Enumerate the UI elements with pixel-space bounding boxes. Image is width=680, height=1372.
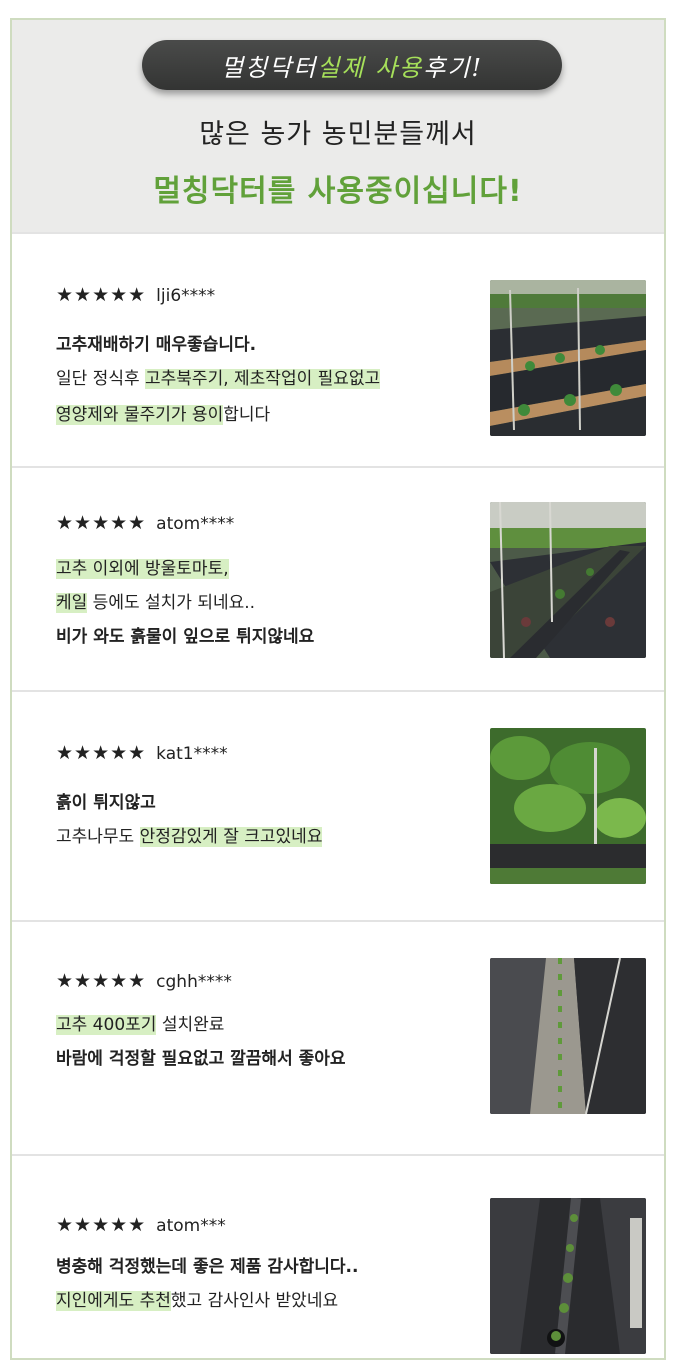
highlighted-text: 고추북주기, 제초작업이 필요없고: [145, 369, 381, 389]
review-line: 고추 이외에 방울토마토,: [56, 554, 229, 579]
review-text: 고추재배하기 매우좋습니다.: [56, 335, 257, 355]
review-line: 지인에게도 추천했고 감사인사 받았네요: [56, 1286, 338, 1311]
mulched-field-rows-photo: [490, 280, 646, 436]
highlighted-text: 안정감있게 잘 크고있네요: [139, 827, 323, 847]
review-header: ★★★★★ atom***: [56, 1214, 226, 1236]
review-text: 병충해 걱정했는데 좋은 제품 감사합니다..: [56, 1257, 359, 1277]
review-text: 고추나무도: [56, 827, 140, 847]
pill-text-highlight: 실제 사용: [317, 53, 424, 82]
reviewer-name: atom****: [156, 514, 235, 534]
review-text: 흙이 튀지않고: [56, 793, 156, 813]
highlighted-text: 영양제와 물주기가 용이: [56, 405, 224, 425]
reviewer-name: atom***: [156, 1216, 226, 1236]
review-line: 고추재배하기 매우좋습니다.: [56, 330, 256, 355]
pepper-plants-photo: [490, 728, 646, 884]
review-line: 케일 등에도 설치가 되네요..: [56, 588, 255, 613]
review-header: ★★★★★ lji6****: [56, 284, 215, 306]
review-card: ★★★★★ lji6**** 고추재배하기 매우좋습니다. 일단 정식후 고추북주…: [12, 232, 664, 468]
pill-text-1: 멀칭닥터: [220, 53, 318, 82]
greenhouse-mulch-photo: [490, 502, 646, 658]
mulch-row-seedlings-photo: [490, 958, 646, 1114]
review-text: 바람에 걱정할 필요없고 깔끔해서 좋아요: [56, 1049, 346, 1069]
rating-stars: ★★★★★: [56, 970, 147, 992]
review-line: 고추나무도 안정감있게 잘 크고있네요: [56, 822, 323, 847]
review-card: ★★★★★ kat1**** 흙이 튀지않고 고추나무도 안정감있게 잘 크고있네…: [12, 690, 664, 922]
review-header: ★★★★★ kat1****: [56, 742, 228, 764]
review-text: 설치완료: [156, 1015, 225, 1035]
highlighted-text: 고추 400포기: [56, 1015, 157, 1035]
review-card: ★★★★★ atom**** 고추 이외에 방울토마토, 케일 등에도 설치가 되…: [12, 466, 664, 692]
reviewer-name: lji6****: [156, 286, 216, 306]
highlighted-text: 케일: [56, 593, 88, 613]
reviewer-name: cghh****: [156, 972, 232, 992]
review-line: 비가 와도 흙물이 잎으로 튀지않네요: [56, 622, 314, 647]
header: 멀칭닥터 실제 사용 후기! 많은 농가 농민분들께서 멀칭닥터를 사용중이십니…: [12, 20, 664, 232]
review-line: 흙이 튀지않고: [56, 788, 156, 813]
mulch-seedling-holes-photo: [490, 1198, 646, 1354]
review-line: 바람에 걱정할 필요없고 깔끔해서 좋아요: [56, 1044, 346, 1069]
review-text: 등에도 설치가 되네요..: [87, 593, 256, 613]
review-title-pill: 멀칭닥터 실제 사용 후기!: [142, 40, 562, 90]
rating-stars: ★★★★★: [56, 284, 147, 306]
review-card: ★★★★★ atom*** 병충해 걱정했는데 좋은 제품 감사합니다.. 지인에…: [12, 1154, 664, 1358]
rating-stars: ★★★★★: [56, 742, 147, 764]
review-card: ★★★★★ cghh**** 고추 400포기 설치완료 바람에 걱정할 필요없고…: [12, 920, 664, 1156]
review-line: 영양제와 물주기가 용이합니다: [56, 400, 270, 425]
review-panel: 멀칭닥터 실제 사용 후기! 많은 농가 농민분들께서 멀칭닥터를 사용중이십니…: [10, 18, 666, 1360]
review-text: 했고 감사인사 받았네요: [170, 1291, 339, 1311]
review-header: ★★★★★ cghh****: [56, 970, 232, 992]
review-header: ★★★★★ atom****: [56, 512, 234, 534]
page-title: 멀칭닥터를 사용중이십니다!: [153, 174, 523, 209]
rating-stars: ★★★★★: [56, 512, 147, 534]
review-line: 병충해 걱정했는데 좋은 제품 감사합니다..: [56, 1252, 358, 1277]
pill-text-2: 후기!: [423, 53, 484, 82]
highlighted-text: 지인에게도 추천: [56, 1291, 171, 1311]
reviewer-name: kat1****: [156, 744, 228, 764]
review-text: 합니다: [223, 405, 271, 425]
review-text: 비가 와도 흙물이 잎으로 튀지않네요: [56, 627, 315, 647]
review-text: 일단 정식후: [56, 369, 146, 389]
rating-stars: ★★★★★: [56, 1214, 147, 1236]
review-line: 고추 400포기 설치완료: [56, 1010, 224, 1035]
subtitle: 많은 농가 농민분들께서: [199, 119, 477, 150]
highlighted-text: 고추 이외에 방울토마토,: [56, 559, 229, 579]
review-line: 일단 정식후 고추북주기, 제초작업이 필요없고: [56, 364, 381, 389]
